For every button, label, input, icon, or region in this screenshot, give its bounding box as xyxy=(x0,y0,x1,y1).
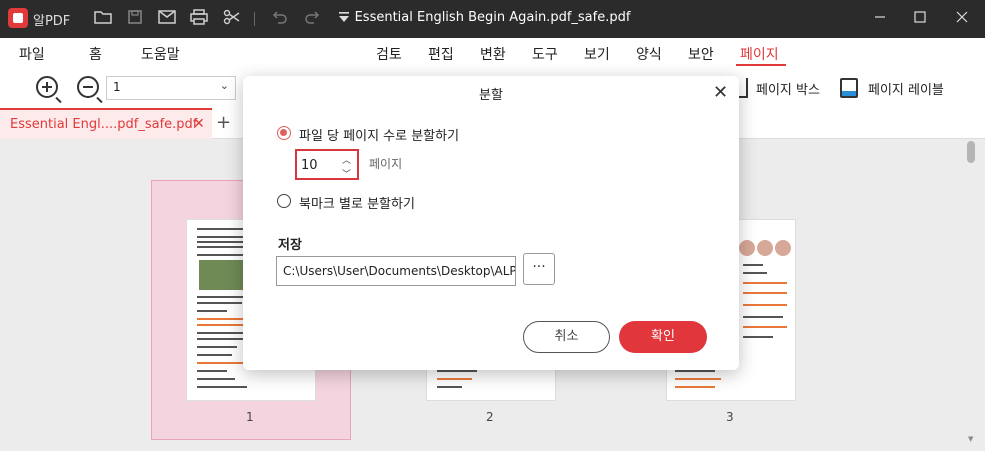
print-icon[interactable] xyxy=(189,9,209,29)
split-by-bookmark-radio[interactable] xyxy=(277,194,291,208)
tab-review[interactable]: 검토 xyxy=(376,44,402,64)
tab-edit[interactable]: 편집 xyxy=(428,44,454,64)
page-label-icon[interactable] xyxy=(840,78,858,98)
save-path-field[interactable]: C:\Users\User\Documents\Desktop\ALPDF\ xyxy=(276,256,516,286)
tab-convert[interactable]: 변환 xyxy=(480,44,506,64)
dialog-title: 분할 xyxy=(479,88,503,103)
page-number-label: 1 xyxy=(246,410,254,424)
dialog-close-icon[interactable]: ✕ xyxy=(713,84,728,102)
tab-page[interactable]: 페이지 xyxy=(740,44,779,64)
title-bar: 알PDF Essential English Begin Again.pdf_s… xyxy=(0,0,985,38)
scissors-icon[interactable] xyxy=(222,9,242,29)
undo-icon[interactable] xyxy=(270,9,290,29)
pages-per-file-value[interactable]: 10 xyxy=(301,158,318,173)
chevron-down-icon: ⌄ xyxy=(219,79,229,92)
split-dialog: 분할 ✕ 파일 당 페이지 수로 분할하기 10 ︿ ﹀ 페이지 북마크 별로 … xyxy=(243,76,739,370)
pages-unit-label: 페이지 xyxy=(369,157,403,171)
close-window-button[interactable] xyxy=(939,0,985,38)
split-by-bookmark-label[interactable]: 북마크 별로 분할하기 xyxy=(299,193,415,212)
split-by-pages-label[interactable]: 파일 당 페이지 수로 분할하기 xyxy=(299,125,459,144)
close-tab-icon[interactable]: ✕ xyxy=(193,116,205,132)
app-name: 알PDF xyxy=(33,14,71,29)
scroll-down-arrow-icon[interactable]: ▼ xyxy=(968,435,973,443)
menu-file[interactable]: 파일 xyxy=(19,44,45,64)
scrollbar-thumb[interactable] xyxy=(967,141,975,163)
menu-help[interactable]: 도움말 xyxy=(141,44,180,64)
document-title: Essential English Begin Again.pdf_safe.p… xyxy=(354,10,631,25)
zoom-in-icon[interactable] xyxy=(36,76,58,98)
confirm-button[interactable]: 확인 xyxy=(619,321,707,353)
page-number-value: 1 xyxy=(113,80,121,94)
redo-icon[interactable] xyxy=(302,9,322,29)
save-location-label: 저장 xyxy=(278,238,302,253)
split-by-pages-radio[interactable] xyxy=(277,126,291,140)
pages-per-file-stepper[interactable]: 10 ︿ ﹀ xyxy=(295,149,359,180)
page-number-select[interactable]: 1 ⌄ xyxy=(106,76,236,100)
menu-bar: 파일 홈 도움말 검토 편집 변환 도구 보기 양식 보안 페이지 xyxy=(0,38,985,68)
page-box-button[interactable]: 페이지 박스 xyxy=(756,79,820,98)
app-logo-icon xyxy=(8,8,28,28)
quick-access-dropdown-icon[interactable] xyxy=(334,9,354,29)
add-tab-icon[interactable]: + xyxy=(216,112,231,133)
tab-form[interactable]: 양식 xyxy=(636,44,662,64)
document-tab-label: Essential Engl....pdf_safe.pdf xyxy=(10,117,198,132)
zoom-out-icon[interactable] xyxy=(77,76,99,98)
decrement-icon[interactable]: ﹀ xyxy=(342,167,351,180)
vertical-scrollbar[interactable]: ▼ xyxy=(967,139,977,445)
page-number-label: 3 xyxy=(726,410,734,424)
toolbar-separator xyxy=(254,12,255,26)
page-label-button[interactable]: 페이지 레이블 xyxy=(868,79,944,98)
menu-home[interactable]: 홈 xyxy=(89,44,102,64)
increment-icon[interactable]: ︿ xyxy=(342,153,351,166)
maximize-button[interactable] xyxy=(897,0,943,38)
cancel-button[interactable]: 취소 xyxy=(523,321,610,353)
mail-icon[interactable] xyxy=(157,9,177,29)
tab-view[interactable]: 보기 xyxy=(584,44,610,64)
document-tab[interactable]: Essential Engl....pdf_safe.pdf ✕ xyxy=(0,108,212,139)
browse-button[interactable]: ··· xyxy=(523,253,555,285)
tab-tools[interactable]: 도구 xyxy=(532,44,558,64)
save-icon[interactable] xyxy=(125,9,145,29)
page-number-label: 2 xyxy=(486,410,494,424)
tab-security[interactable]: 보안 xyxy=(688,44,714,64)
folder-icon[interactable] xyxy=(93,9,113,29)
active-tab-indicator xyxy=(736,64,786,66)
